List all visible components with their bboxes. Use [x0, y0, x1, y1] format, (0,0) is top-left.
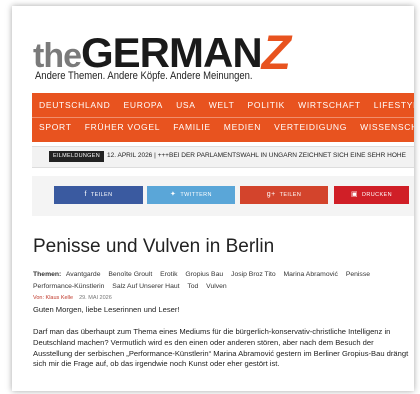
nav-divider: [32, 117, 414, 118]
tag-link[interactable]: Marina Abramović: [284, 271, 338, 278]
share-bar: f TEILEN ✦ TWITTERN g+ TEILEN ▣ DRUCKEN: [32, 176, 414, 216]
print-label: DRUCKEN: [362, 192, 392, 198]
nav-item-verteidigung[interactable]: VERTEIDIGUNG: [274, 122, 347, 132]
google-plus-icon: g+: [266, 191, 276, 198]
nav-item-politik[interactable]: POLITIK: [248, 100, 286, 110]
facebook-share-button[interactable]: f TEILEN: [54, 186, 143, 204]
nav-item-lifestyle[interactable]: LIFESTYLE: [374, 100, 414, 110]
nav-item-wissenschaft[interactable]: WISSENSCHAFT: [360, 122, 414, 132]
site-tagline: Andere Themen. Andere Köpfe. Andere Mein…: [35, 70, 253, 82]
twitter-share-button[interactable]: ✦ TWITTERN: [147, 186, 235, 204]
nav-item-welt[interactable]: WELT: [209, 100, 235, 110]
tag-link[interactable]: Salz Auf Unserer Haut: [112, 283, 179, 290]
tag-link[interactable]: Performance-Künstlerin: [33, 283, 104, 290]
nav-item-usa[interactable]: USA: [176, 100, 196, 110]
breaking-news-badge: EILMELDUNGEN: [49, 151, 104, 162]
google-plus-share-label: TEILEN: [279, 192, 302, 198]
twitter-share-label: TWITTERN: [180, 192, 212, 198]
nav-row-1: DEUTSCHLAND EUROPA USA WELT POLITIK WIRT…: [39, 100, 414, 110]
ticker-text[interactable]: 12. APRIL 2026 | +++BEI DER PARLAMENTSWA…: [107, 152, 406, 159]
article-paragraph: Darf man das überhaupt zum Thema eines M…: [33, 327, 409, 369]
article-greeting: Guten Morgen, liebe Leserinnen und Leser…: [33, 305, 180, 314]
tags-label: Themen:: [33, 271, 62, 278]
facebook-icon: f: [84, 191, 87, 198]
nav-item-frueher-vogel[interactable]: FRÜHER VOGEL: [85, 122, 160, 132]
article-title: Penisse und Vulven in Berlin: [33, 236, 275, 257]
article-tags: Themen: Avantgarde Benoîte Groult Erotik…: [33, 269, 413, 293]
logo-z: Z: [261, 27, 291, 80]
author-link[interactable]: Von: Klaus Kelle: [33, 295, 73, 301]
tag-link[interactable]: Vulven: [206, 283, 227, 290]
main-navigation: DEUTSCHLAND EUROPA USA WELT POLITIK WIRT…: [32, 93, 414, 142]
tag-link[interactable]: Josip Broz Tito: [231, 271, 276, 278]
print-button[interactable]: ▣ DRUCKEN: [334, 186, 409, 204]
nav-item-medien[interactable]: MEDIEN: [224, 122, 261, 132]
breaking-news-ticker: EILMELDUNGEN 12. APRIL 2026 | +++BEI DER…: [32, 146, 414, 168]
tag-link[interactable]: Tod: [187, 283, 198, 290]
nav-item-europa[interactable]: EUROPA: [124, 100, 163, 110]
publish-date: 29. MAI 2026: [79, 295, 112, 301]
tag-link[interactable]: Avantgarde: [66, 271, 101, 278]
printer-icon: ▣: [350, 191, 358, 198]
nav-item-deutschland[interactable]: DEUTSCHLAND: [39, 100, 110, 110]
nav-item-familie[interactable]: FAMILIE: [173, 122, 211, 132]
tag-link[interactable]: Benoîte Groult: [108, 271, 152, 278]
nav-item-wirtschaft[interactable]: WIRTSCHAFT: [298, 100, 361, 110]
tag-link[interactable]: Gropius Bau: [185, 271, 223, 278]
tag-link[interactable]: Penisse: [346, 271, 370, 278]
nav-row-2: SPORT FRÜHER VOGEL FAMILIE MEDIEN VERTEI…: [39, 122, 414, 132]
logo-german: GERMAN: [81, 29, 263, 76]
facebook-share-label: TEILEN: [90, 192, 113, 198]
google-plus-share-button[interactable]: g+ TEILEN: [240, 186, 328, 204]
article-byline: Von: Klaus Kelle 29. MAI 2026: [33, 295, 112, 301]
nav-item-sport[interactable]: SPORT: [39, 122, 72, 132]
site-logo[interactable]: theGERMANZ: [33, 24, 291, 80]
twitter-bird-icon: ✦: [170, 191, 177, 198]
tag-link[interactable]: Erotik: [160, 271, 177, 278]
page-screenshot: theGERMANZ Andere Themen. Andere Köpfe. …: [12, 6, 414, 391]
